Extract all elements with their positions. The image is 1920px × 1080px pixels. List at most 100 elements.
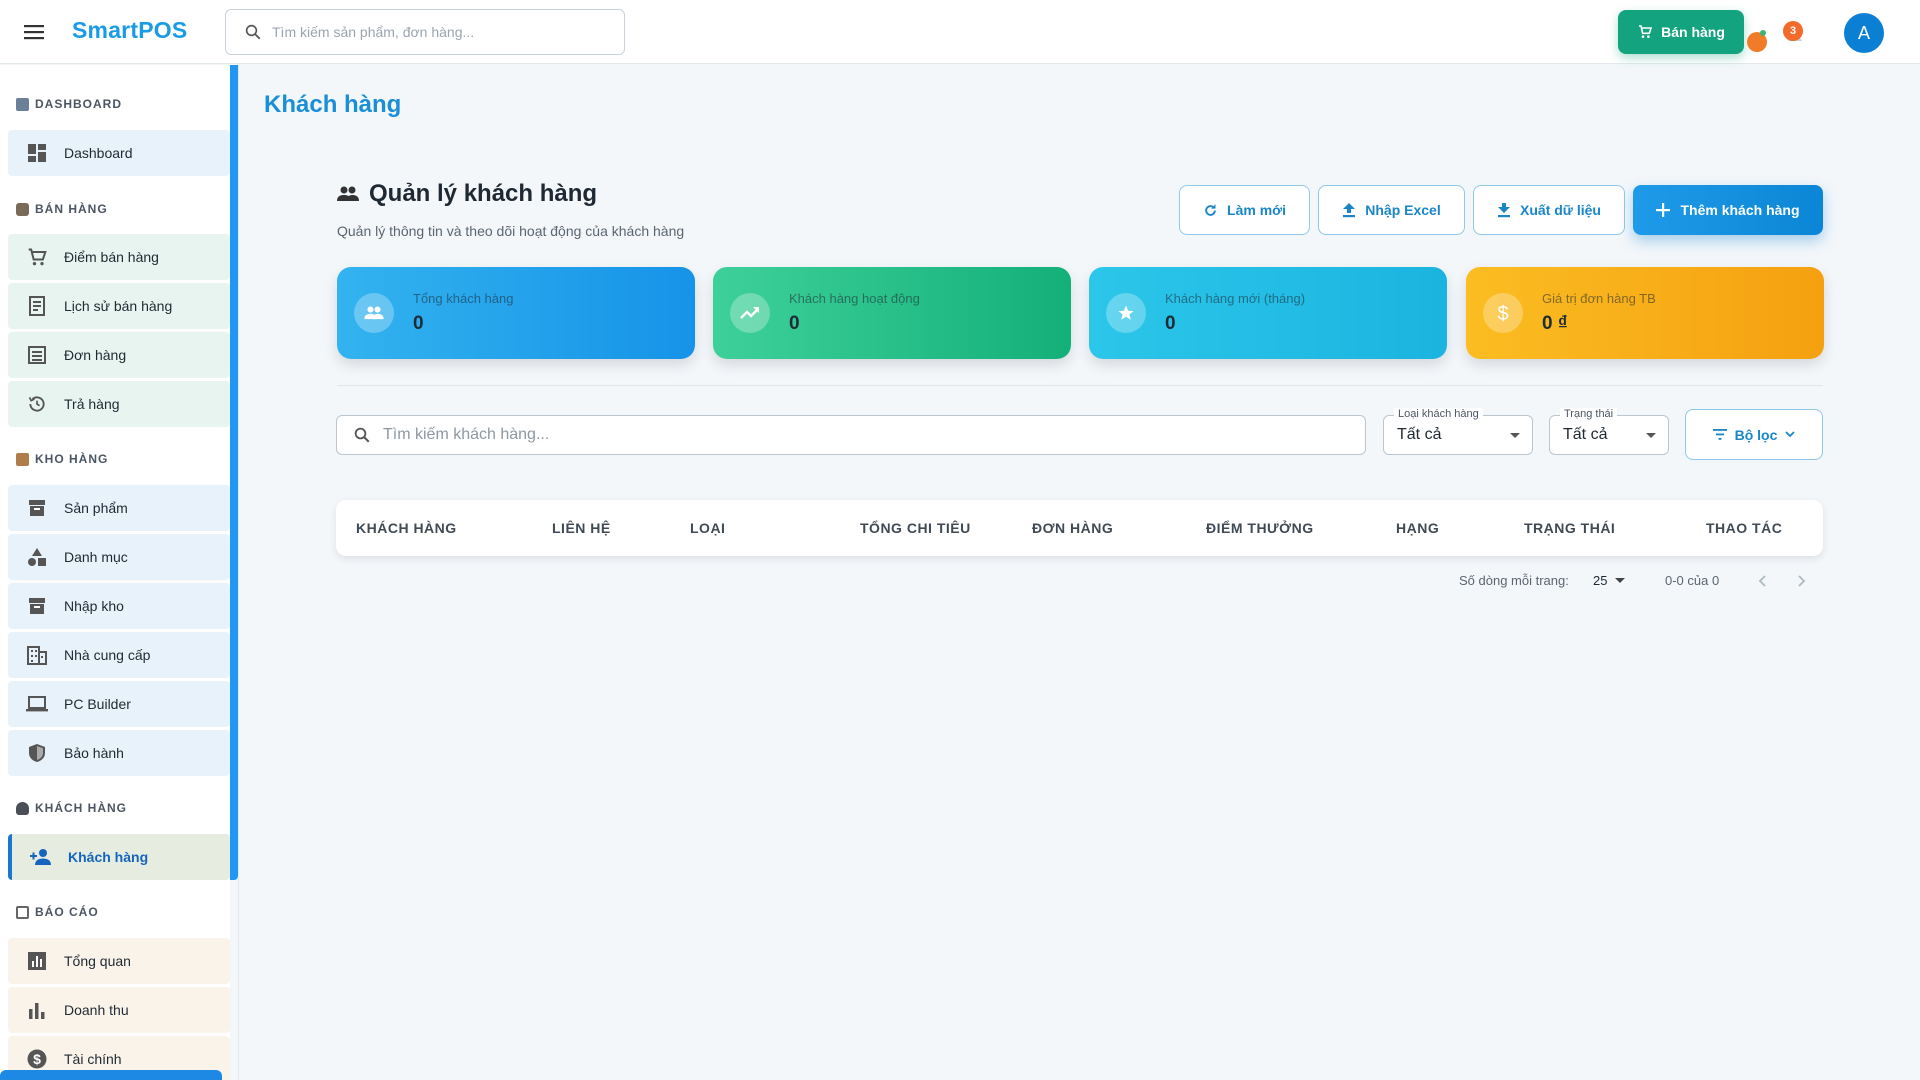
sidebar-item-products[interactable]: Sản phẩm xyxy=(8,485,230,531)
sidebar-item-orders[interactable]: Đơn hàng xyxy=(8,332,230,378)
chevron-down-icon xyxy=(1615,578,1626,583)
svg-text:$: $ xyxy=(33,1051,41,1067)
add-customer-button[interactable]: Thêm khách hàng xyxy=(1633,185,1823,235)
column-header[interactable]: TỔNG CHI TIÊU xyxy=(860,520,971,536)
stat-label: Tổng khách hàng xyxy=(413,291,514,306)
global-search[interactable] xyxy=(225,9,625,55)
sidebar-item-suppliers[interactable]: Nhà cung cấp xyxy=(8,632,230,678)
sidebar-bottom-bar xyxy=(0,1070,222,1080)
filter-button[interactable]: Bộ lọc xyxy=(1685,409,1823,460)
page-title: Khách hàng xyxy=(264,91,402,118)
sidebar-item-revenue[interactable]: Doanh thu xyxy=(8,987,230,1033)
column-header[interactable]: HẠNG xyxy=(1396,520,1439,536)
menu-icon[interactable] xyxy=(20,18,48,46)
sidebar-item-label: Bảo hành xyxy=(64,745,124,761)
status-label: Trạng thái xyxy=(1560,408,1618,420)
sidebar-item-label: Sản phẩm xyxy=(64,500,128,516)
sidebar-item-returns[interactable]: Trả hàng xyxy=(8,381,230,427)
export-button-label: Xuất dữ liệu xyxy=(1520,202,1601,218)
search-icon xyxy=(244,23,262,41)
sidebar-item-pos[interactable]: Điểm bán hàng xyxy=(8,234,230,280)
sidebar: DASHBOARD Dashboard BÁN HÀNG Điểm bán hà… xyxy=(0,65,230,1080)
bar-chart-icon xyxy=(26,999,48,1021)
global-search-input[interactable] xyxy=(272,24,592,40)
stat-value: 0 xyxy=(789,313,800,334)
column-header[interactable]: TRẠNG THÁI xyxy=(1524,520,1615,536)
refresh-button[interactable]: Làm mới xyxy=(1179,185,1310,235)
chevron-down-icon xyxy=(1646,433,1656,438)
column-header[interactable]: ĐIỂM THƯỞNG xyxy=(1206,520,1314,536)
column-header[interactable]: THAO TÁC xyxy=(1706,520,1782,536)
import-button-label: Nhập Excel xyxy=(1365,202,1441,218)
stat-label: Khách hàng hoạt động xyxy=(789,291,920,306)
pagination-range: 0-0 của 0 xyxy=(1665,573,1720,588)
status-select[interactable]: Trạng thái Tất cả xyxy=(1549,408,1669,455)
stat-card-active-customers: Khách hàng hoạt động 0 xyxy=(713,267,1071,359)
sidebar-section-title: BÁO CÁO xyxy=(35,905,99,919)
sidebar-item-label: Doanh thu xyxy=(64,1002,129,1018)
archive-icon xyxy=(26,497,48,519)
sidebar-item-label: Danh mục xyxy=(64,549,128,565)
checklist-emoji-icon xyxy=(16,905,29,919)
avatar[interactable]: A xyxy=(1844,13,1884,53)
chart-emoji-icon xyxy=(16,97,29,111)
receipt-icon xyxy=(26,295,48,317)
export-data-button[interactable]: Xuất dữ liệu xyxy=(1473,185,1625,235)
sidebar-divider xyxy=(238,65,239,1080)
status-value: Tất cả xyxy=(1563,426,1608,443)
sidebar-section-title: KHÁCH HÀNG xyxy=(35,801,127,815)
sidebar-item-customers[interactable]: Khách hàng xyxy=(8,834,230,880)
sidebar-section-title: BÁN HÀNG xyxy=(35,202,108,216)
card-title: Quản lý khách hàng xyxy=(337,180,597,208)
column-header[interactable]: ĐƠN HÀNG xyxy=(1032,520,1113,536)
sidebar-item-label: Tài chính xyxy=(64,1051,122,1067)
sidebar-item-label: Đơn hàng xyxy=(64,347,127,363)
sell-button[interactable]: Bán hàng xyxy=(1618,10,1744,54)
sidebar-item-warranty[interactable]: Bảo hành xyxy=(8,730,230,776)
sell-button-label: Bán hàng xyxy=(1661,24,1725,40)
upload-icon xyxy=(1342,202,1356,218)
sidebar-item-categories[interactable]: Danh mục xyxy=(8,534,230,580)
brand-logo[interactable]: SmartPOS xyxy=(72,17,187,44)
stat-card-avg-order-value: $ Giá trị đơn hàng TB 0 ₫ xyxy=(1466,267,1824,359)
customer-search[interactable] xyxy=(336,415,1366,455)
sidebar-item-stock-in[interactable]: Nhập kho xyxy=(8,583,230,629)
column-header[interactable]: LOẠI xyxy=(690,520,725,536)
people-emoji-icon xyxy=(16,801,29,815)
card-subtitle: Quản lý thông tin và theo dõi hoạt động … xyxy=(337,223,685,239)
cart-emoji-icon xyxy=(16,202,29,216)
customer-search-input[interactable] xyxy=(383,426,1343,444)
sidebar-item-sales-history[interactable]: Lịch sử bán hàng xyxy=(8,283,230,329)
history-icon xyxy=(26,393,48,415)
box-emoji-icon xyxy=(16,452,29,466)
sidebar-scrollbar[interactable] xyxy=(230,65,238,880)
list-icon xyxy=(26,344,48,366)
next-page-icon[interactable] xyxy=(1793,572,1811,590)
stat-label: Khách hàng mới (tháng) xyxy=(1165,291,1306,306)
add-button-label: Thêm khách hàng xyxy=(1680,202,1800,218)
rows-per-page-select[interactable]: 25 xyxy=(1593,573,1626,588)
stat-card-new-customers: Khách hàng mới (tháng) 0 xyxy=(1089,267,1447,359)
divider xyxy=(337,385,1823,386)
chart-icon xyxy=(26,950,48,972)
sidebar-item-label: Nhà cung cấp xyxy=(64,647,151,663)
chevron-down-icon xyxy=(1785,431,1796,438)
customer-type-value: Tất cả xyxy=(1397,426,1442,443)
customer-type-select[interactable]: Loại khách hàng Tất cả xyxy=(1383,408,1533,455)
archive-icon xyxy=(26,595,48,617)
sidebar-item-label: Điểm bán hàng xyxy=(64,249,159,265)
sidebar-item-dashboard[interactable]: Dashboard xyxy=(8,130,230,176)
sidebar-item-overview[interactable]: Tổng quan xyxy=(8,938,230,984)
sidebar-item-label: Lịch sử bán hàng xyxy=(64,298,173,314)
rows-per-page-value: 25 xyxy=(1593,573,1608,588)
building-icon xyxy=(26,644,48,666)
search-icon xyxy=(353,426,371,444)
column-header[interactable]: LIÊN HỆ xyxy=(552,520,611,536)
previous-page-icon[interactable] xyxy=(1753,572,1771,590)
sidebar-item-label: Dashboard xyxy=(64,145,133,161)
download-icon xyxy=(1497,202,1511,218)
import-excel-button[interactable]: Nhập Excel xyxy=(1318,185,1465,235)
column-header[interactable]: KHÁCH HÀNG xyxy=(356,520,457,536)
sidebar-item-pc-builder[interactable]: PC Builder xyxy=(8,681,230,727)
stat-label: Giá trị đơn hàng TB xyxy=(1542,291,1656,306)
